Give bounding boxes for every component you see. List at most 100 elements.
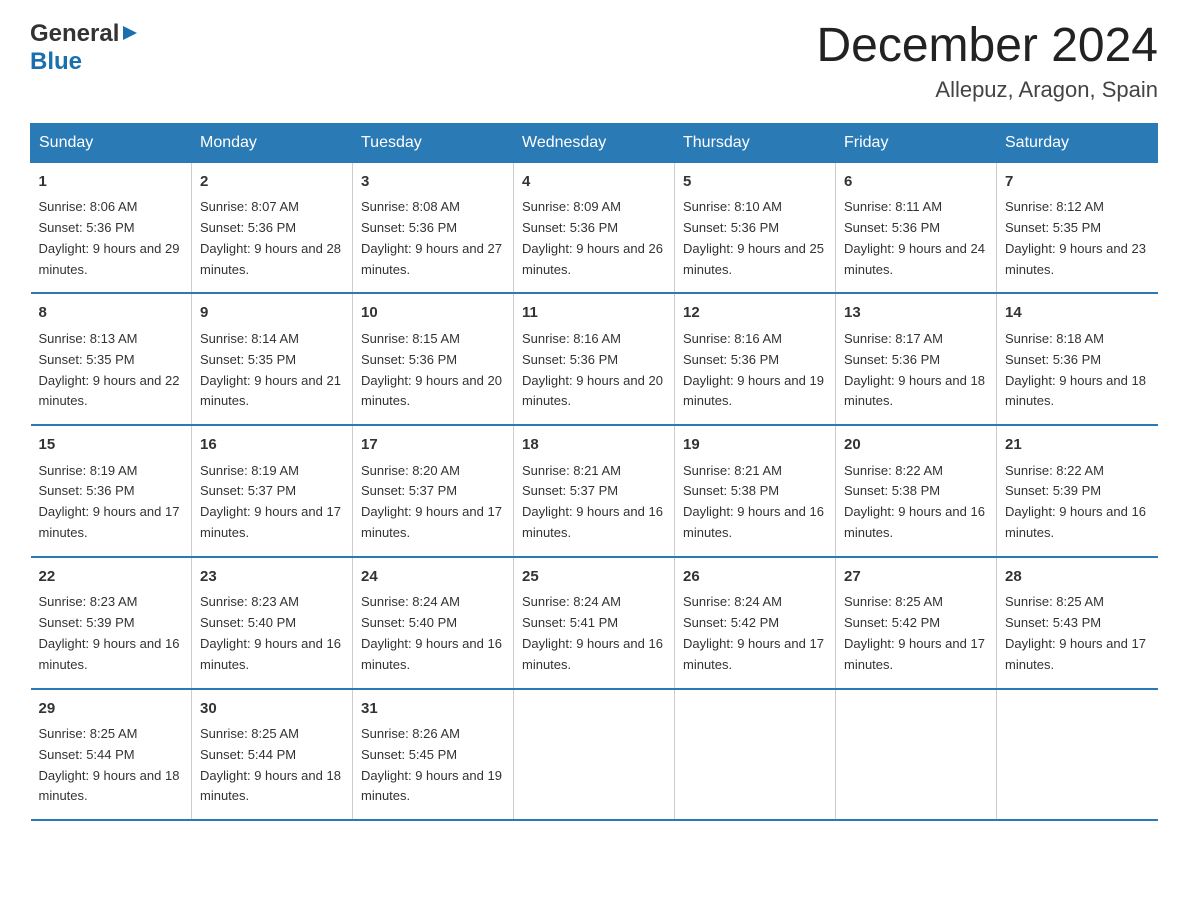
day-info: Sunrise: 8:25 AMSunset: 5:44 PMDaylight:… [200, 726, 341, 803]
table-row: 23 Sunrise: 8:23 AMSunset: 5:40 PMDayligh… [192, 557, 353, 689]
table-row: 10Sunrise: 8:15 AMSunset: 5:36 PMDayligh… [353, 293, 514, 425]
day-number: 5 [683, 171, 827, 194]
day-number: 8 [39, 302, 184, 325]
day-info: Sunrise: 8:09 AMSunset: 5:36 PMDaylight:… [522, 199, 663, 276]
day-number: 27 [844, 566, 988, 589]
table-row: 4 Sunrise: 8:09 AMSunset: 5:36 PMDaylight… [514, 162, 675, 293]
table-row [997, 689, 1158, 821]
logo: General Blue [30, 20, 141, 76]
day-number: 3 [361, 171, 505, 194]
calendar-week-row: 29 Sunrise: 8:25 AMSunset: 5:44 PMDayligh… [31, 689, 1158, 821]
calendar-week-row: 22 Sunrise: 8:23 AMSunset: 5:39 PMDayligh… [31, 557, 1158, 689]
page-header: General Blue December 2024 Allepuz, Arag… [30, 20, 1158, 103]
day-number: 10 [361, 302, 505, 325]
table-row [675, 689, 836, 821]
day-number: 12 [683, 302, 827, 325]
table-row: 16 Sunrise: 8:19 AMSunset: 5:37 PMDayligh… [192, 425, 353, 557]
table-row: 31Sunrise: 8:26 AMSunset: 5:45 PMDayligh… [353, 689, 514, 821]
table-row: 24Sunrise: 8:24 AMSunset: 5:40 PMDayligh… [353, 557, 514, 689]
day-number: 18 [522, 434, 666, 457]
table-row: 1 Sunrise: 8:06 AMSunset: 5:36 PMDaylight… [31, 162, 192, 293]
table-row: 26 Sunrise: 8:24 AMSunset: 5:42 PMDayligh… [675, 557, 836, 689]
day-info: Sunrise: 8:24 AMSunset: 5:42 PMDaylight:… [683, 594, 824, 671]
day-number: 13 [844, 302, 988, 325]
day-info: Sunrise: 8:22 AMSunset: 5:38 PMDaylight:… [844, 463, 985, 540]
col-saturday: Saturday [997, 123, 1158, 162]
day-number: 22 [39, 566, 184, 589]
table-row: 17 Sunrise: 8:20 AMSunset: 5:37 PMDayligh… [353, 425, 514, 557]
day-number: 1 [39, 171, 184, 194]
calendar-week-row: 8Sunrise: 8:13 AMSunset: 5:35 PMDaylight… [31, 293, 1158, 425]
day-info: Sunrise: 8:16 AMSunset: 5:36 PMDaylight:… [522, 331, 663, 408]
day-number: 25 [522, 566, 666, 589]
day-info: Sunrise: 8:07 AMSunset: 5:36 PMDaylight:… [200, 199, 341, 276]
day-info: Sunrise: 8:14 AMSunset: 5:35 PMDaylight:… [200, 331, 341, 408]
table-row: 8Sunrise: 8:13 AMSunset: 5:35 PMDaylight… [31, 293, 192, 425]
col-tuesday: Tuesday [353, 123, 514, 162]
table-row: 22 Sunrise: 8:23 AMSunset: 5:39 PMDayligh… [31, 557, 192, 689]
day-number: 17 [361, 434, 505, 457]
day-info: Sunrise: 8:12 AMSunset: 5:35 PMDaylight:… [1005, 199, 1146, 276]
day-number: 19 [683, 434, 827, 457]
day-number: 26 [683, 566, 827, 589]
logo-general-text: General [30, 20, 119, 48]
day-number: 16 [200, 434, 344, 457]
table-row: 27 Sunrise: 8:25 AMSunset: 5:42 PMDayligh… [836, 557, 997, 689]
day-info: Sunrise: 8:23 AMSunset: 5:40 PMDaylight:… [200, 594, 341, 671]
table-row: 18 Sunrise: 8:21 AMSunset: 5:37 PMDayligh… [514, 425, 675, 557]
table-row: 5 Sunrise: 8:10 AMSunset: 5:36 PMDaylight… [675, 162, 836, 293]
table-row: 15Sunrise: 8:19 AMSunset: 5:36 PMDayligh… [31, 425, 192, 557]
day-info: Sunrise: 8:06 AMSunset: 5:36 PMDaylight:… [39, 199, 180, 276]
calendar-week-row: 1 Sunrise: 8:06 AMSunset: 5:36 PMDaylight… [31, 162, 1158, 293]
day-info: Sunrise: 8:25 AMSunset: 5:43 PMDaylight:… [1005, 594, 1146, 671]
table-row: 25 Sunrise: 8:24 AMSunset: 5:41 PMDayligh… [514, 557, 675, 689]
title-section: December 2024 Allepuz, Aragon, Spain [816, 20, 1158, 103]
table-row: 13 Sunrise: 8:17 AMSunset: 5:36 PMDayligh… [836, 293, 997, 425]
day-number: 4 [522, 171, 666, 194]
day-info: Sunrise: 8:17 AMSunset: 5:36 PMDaylight:… [844, 331, 985, 408]
day-info: Sunrise: 8:20 AMSunset: 5:37 PMDaylight:… [361, 463, 502, 540]
col-thursday: Thursday [675, 123, 836, 162]
day-info: Sunrise: 8:08 AMSunset: 5:36 PMDaylight:… [361, 199, 502, 276]
table-row [836, 689, 997, 821]
day-info: Sunrise: 8:10 AMSunset: 5:36 PMDaylight:… [683, 199, 824, 276]
day-info: Sunrise: 8:23 AMSunset: 5:39 PMDaylight:… [39, 594, 180, 671]
table-row: 11 Sunrise: 8:16 AMSunset: 5:36 PMDayligh… [514, 293, 675, 425]
calendar-header-row: Sunday Monday Tuesday Wednesday Thursday… [31, 123, 1158, 162]
table-row: 29Sunrise: 8:25 AMSunset: 5:44 PMDayligh… [31, 689, 192, 821]
day-number: 23 [200, 566, 344, 589]
day-info: Sunrise: 8:21 AMSunset: 5:38 PMDaylight:… [683, 463, 824, 540]
table-row: 20Sunrise: 8:22 AMSunset: 5:38 PMDayligh… [836, 425, 997, 557]
table-row: 2Sunrise: 8:07 AMSunset: 5:36 PMDaylight… [192, 162, 353, 293]
day-info: Sunrise: 8:19 AMSunset: 5:36 PMDaylight:… [39, 463, 180, 540]
table-row: 14Sunrise: 8:18 AMSunset: 5:36 PMDayligh… [997, 293, 1158, 425]
day-number: 24 [361, 566, 505, 589]
col-friday: Friday [836, 123, 997, 162]
logo-arrow-icon [123, 24, 141, 42]
day-info: Sunrise: 8:19 AMSunset: 5:37 PMDaylight:… [200, 463, 341, 540]
day-info: Sunrise: 8:21 AMSunset: 5:37 PMDaylight:… [522, 463, 663, 540]
day-info: Sunrise: 8:11 AMSunset: 5:36 PMDaylight:… [844, 199, 985, 276]
day-info: Sunrise: 8:24 AMSunset: 5:41 PMDaylight:… [522, 594, 663, 671]
day-number: 6 [844, 171, 988, 194]
day-number: 31 [361, 698, 505, 721]
col-wednesday: Wednesday [514, 123, 675, 162]
logo-blue-text: Blue [30, 48, 82, 75]
day-number: 29 [39, 698, 184, 721]
table-row: 12 Sunrise: 8:16 AMSunset: 5:36 PMDayligh… [675, 293, 836, 425]
day-number: 21 [1005, 434, 1150, 457]
day-number: 30 [200, 698, 344, 721]
table-row [514, 689, 675, 821]
table-row: 19 Sunrise: 8:21 AMSunset: 5:38 PMDayligh… [675, 425, 836, 557]
month-year-title: December 2024 [816, 20, 1158, 73]
table-row: 28 Sunrise: 8:25 AMSunset: 5:43 PMDayligh… [997, 557, 1158, 689]
day-number: 11 [522, 302, 666, 325]
day-number: 28 [1005, 566, 1150, 589]
location-title: Allepuz, Aragon, Spain [816, 77, 1158, 103]
day-info: Sunrise: 8:16 AMSunset: 5:36 PMDaylight:… [683, 331, 824, 408]
day-info: Sunrise: 8:25 AMSunset: 5:42 PMDaylight:… [844, 594, 985, 671]
day-info: Sunrise: 8:22 AMSunset: 5:39 PMDaylight:… [1005, 463, 1146, 540]
day-number: 9 [200, 302, 344, 325]
table-row: 30 Sunrise: 8:25 AMSunset: 5:44 PMDayligh… [192, 689, 353, 821]
day-info: Sunrise: 8:18 AMSunset: 5:36 PMDaylight:… [1005, 331, 1146, 408]
